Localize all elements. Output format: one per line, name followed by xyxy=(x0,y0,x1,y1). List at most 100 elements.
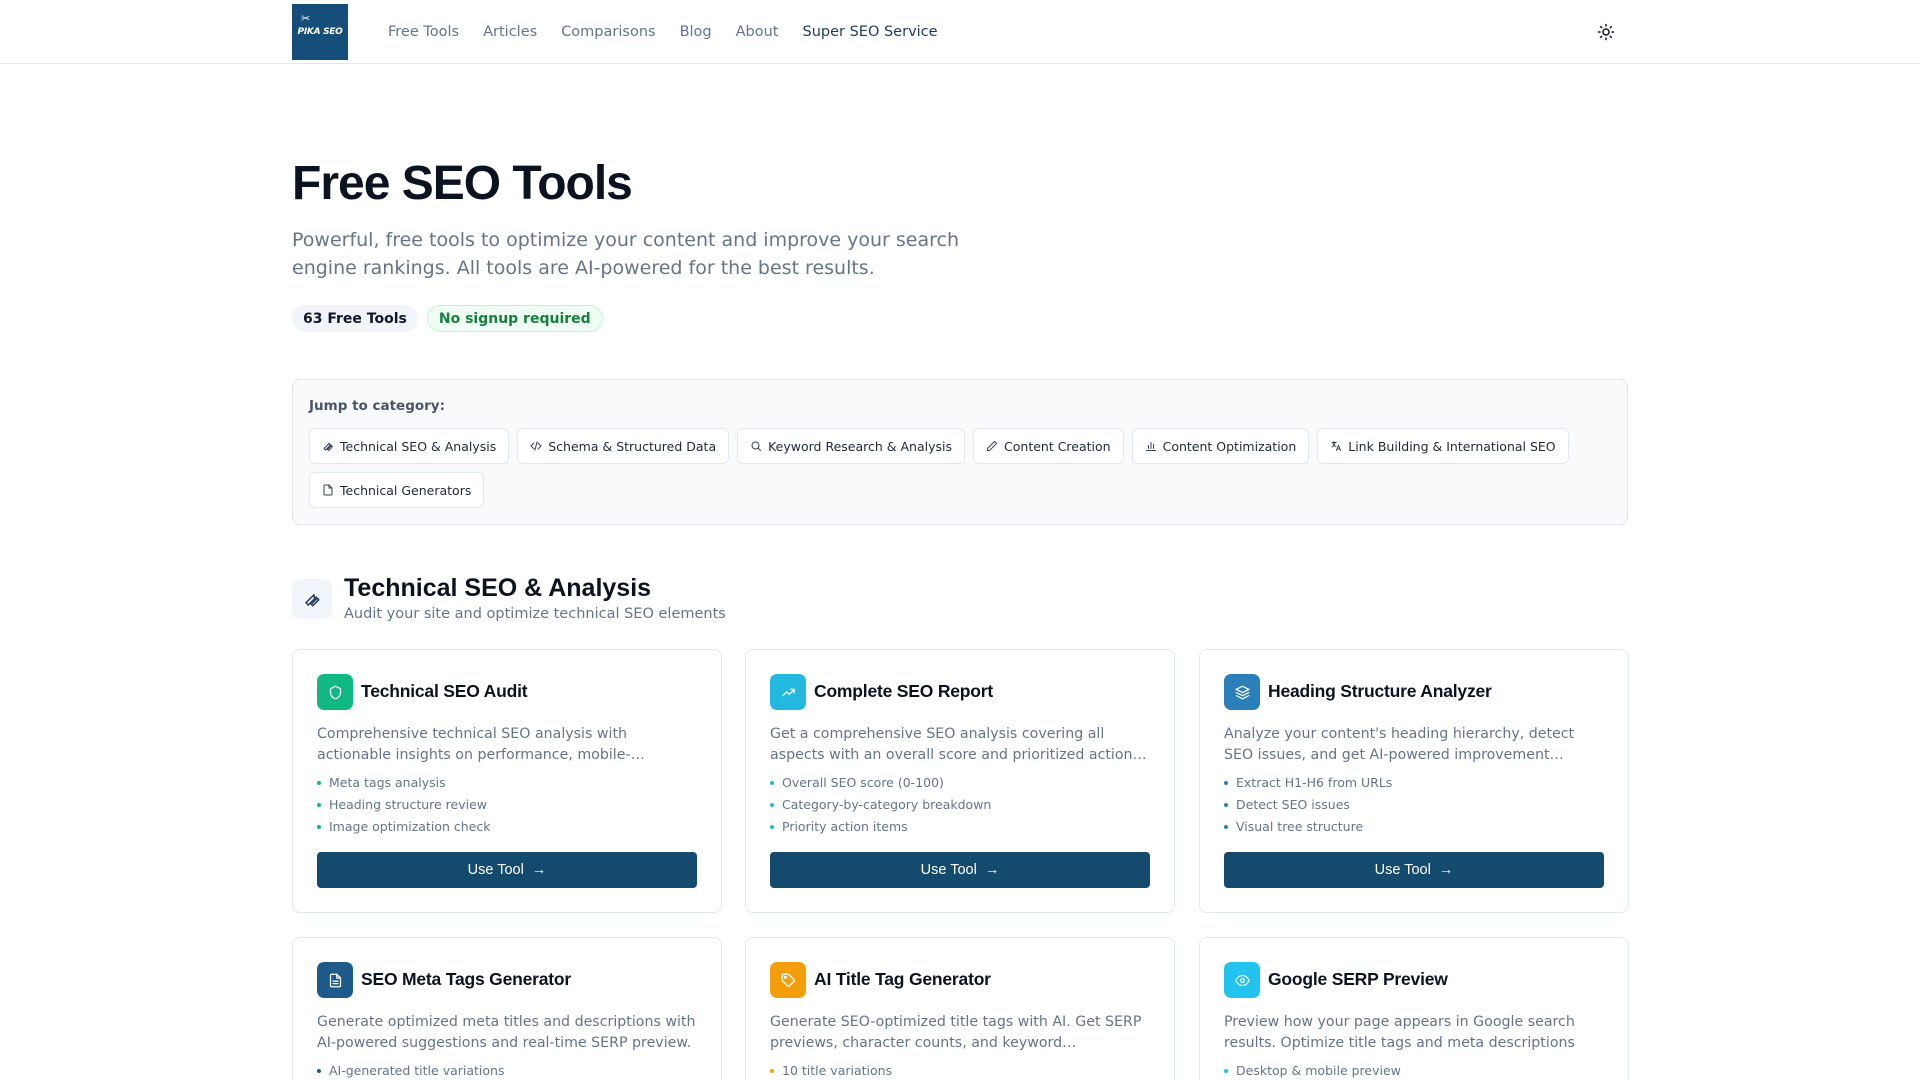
eye-icon xyxy=(1234,974,1250,986)
jump-label: Jump to category: xyxy=(309,398,446,414)
feature-item: Heading structure review xyxy=(317,794,490,816)
category-jump-box: Jump to category: Technical SEO & Analys… xyxy=(292,379,1628,525)
hero-badges: 63 Free Tools No signup required xyxy=(292,305,603,332)
tool-card-ai-title-tag-generator: AI Title Tag Generator Generate SEO-opti… xyxy=(745,937,1175,1080)
feature-item: 10 title variations xyxy=(770,1060,892,1080)
site-header: ✂ PIKA SEO Free Tools Articles Compariso… xyxy=(0,0,1920,64)
rabbit-icon: ✂ xyxy=(301,12,311,25)
feature-item: Category-by-category breakdown xyxy=(770,794,991,816)
theme-toggle-button[interactable] xyxy=(1594,20,1618,44)
card-description: Generate SEO-optimized title tags with A… xyxy=(770,1014,1142,1051)
feature-item: Visual tree structure xyxy=(1224,816,1392,838)
card-description: Generate optimized meta titles and descr… xyxy=(317,1014,696,1051)
card-title: AI Title Tag Generator xyxy=(814,969,991,989)
card-description: Comprehensive technical SEO analysis wit… xyxy=(317,726,645,763)
tool-card-technical-seo-audit: Technical SEO Audit Comprehensive techni… xyxy=(292,649,722,913)
chip-content-creation[interactable]: Content Creation xyxy=(973,428,1124,464)
use-tool-button[interactable]: Use Tool → xyxy=(317,852,697,888)
tool-count-badge: 63 Free Tools xyxy=(292,305,418,332)
site-logo[interactable]: ✂ PIKA SEO xyxy=(292,4,348,60)
card-features: Overall SEO score (0-100) Category-by-ca… xyxy=(770,772,991,838)
chip-label: Content Creation xyxy=(1004,438,1111,454)
chip-label: Technical SEO & Analysis xyxy=(340,438,497,454)
tag-icon xyxy=(781,973,795,987)
search-icon xyxy=(751,441,762,451)
card-title: Google SERP Preview xyxy=(1268,969,1448,989)
card-icon-box xyxy=(317,674,353,710)
nav-articles[interactable]: Articles xyxy=(483,24,537,40)
tool-card-complete-seo-report: Complete SEO Report Get a comprehensive … xyxy=(745,649,1175,913)
card-features: AI-generated title variations xyxy=(317,1060,504,1080)
tool-card-heading-structure-analyzer: Heading Structure Analyzer Analyze your … xyxy=(1199,649,1629,913)
feature-item: Desktop & mobile preview xyxy=(1224,1060,1401,1080)
chip-keyword-research[interactable]: Keyword Research & Analysis xyxy=(737,428,966,464)
card-icon-box xyxy=(770,674,806,710)
wrench-icon xyxy=(323,442,334,452)
tool-card-seo-meta-tags-generator: SEO Meta Tags Generator Generate optimiz… xyxy=(292,937,722,1080)
page-title: Free SEO Tools xyxy=(292,157,633,210)
chip-label: Keyword Research & Analysis xyxy=(768,438,953,454)
arrow-right-icon: → xyxy=(1438,862,1454,878)
document-icon xyxy=(329,973,341,987)
card-title: Heading Structure Analyzer xyxy=(1268,681,1492,701)
chip-label: Content Optimization xyxy=(1162,438,1297,454)
code-icon xyxy=(530,441,542,451)
tool-card-google-serp-preview: Google SERP Preview Preview how your pag… xyxy=(1199,937,1629,1080)
card-features: Extract H1-H6 from URLs Detect SEO issue… xyxy=(1224,772,1392,838)
card-features: Desktop & mobile preview xyxy=(1224,1060,1401,1080)
feature-item: Extract H1-H6 from URLs xyxy=(1224,772,1392,794)
trending-up-icon xyxy=(781,688,795,696)
card-features: 10 title variations xyxy=(770,1060,892,1080)
no-signup-badge: No signup required xyxy=(426,305,603,332)
card-description: Analyze your content's heading hierarchy… xyxy=(1224,726,1575,763)
nav-about[interactable]: About xyxy=(736,24,779,40)
card-title: Technical SEO Audit xyxy=(361,681,528,701)
category-chips: Technical SEO & Analysis Schema & Struct… xyxy=(309,428,1609,508)
nav-free-tools[interactable]: Free Tools xyxy=(388,24,459,40)
bar-chart-icon xyxy=(1145,442,1156,451)
chip-label: Link Building & International SEO xyxy=(1348,438,1556,454)
use-tool-button[interactable]: Use Tool → xyxy=(770,852,1150,888)
card-icon-box xyxy=(317,962,353,998)
card-icon-box xyxy=(1224,962,1260,998)
shield-icon xyxy=(329,685,341,699)
card-title: SEO Meta Tags Generator xyxy=(361,969,571,989)
nav-super-seo-service[interactable]: Super SEO Service xyxy=(803,24,938,40)
page-subtitle: Powerful, free tools to optimize your co… xyxy=(292,229,960,279)
sun-icon xyxy=(1597,23,1615,41)
wrench-icon xyxy=(304,593,320,607)
card-icon-box xyxy=(1224,674,1260,710)
section-title: Technical SEO & Analysis xyxy=(344,574,652,602)
card-description: Preview how your page appears in Google … xyxy=(1224,1014,1575,1051)
languages-icon xyxy=(1331,441,1342,451)
layers-icon xyxy=(1234,685,1250,699)
use-tool-button[interactable]: Use Tool → xyxy=(1224,852,1604,888)
card-title: Complete SEO Report xyxy=(814,681,994,701)
file-icon xyxy=(323,484,333,496)
chip-label: Technical Generators xyxy=(340,482,472,498)
nav-comparisons[interactable]: Comparisons xyxy=(561,24,655,40)
nav-blog[interactable]: Blog xyxy=(680,24,712,40)
card-description: Get a comprehensive SEO analysis coverin… xyxy=(770,726,1147,763)
feature-item: Overall SEO score (0-100) xyxy=(770,772,991,794)
arrow-right-icon: → xyxy=(984,862,1000,878)
feature-item: Image optimization check xyxy=(317,816,490,838)
section-icon-box xyxy=(292,579,332,619)
feature-item: Detect SEO issues xyxy=(1224,794,1392,816)
chip-technical-seo[interactable]: Technical SEO & Analysis xyxy=(309,428,510,464)
feature-item: Meta tags analysis xyxy=(317,772,490,794)
pencil-icon xyxy=(987,440,998,451)
chip-label: Schema & Structured Data xyxy=(548,438,717,454)
chip-technical-generators[interactable]: Technical Generators xyxy=(309,472,485,508)
logo-text: PIKA SEO xyxy=(297,27,343,37)
chip-schema[interactable]: Schema & Structured Data xyxy=(517,428,730,464)
card-icon-box xyxy=(770,962,806,998)
arrow-right-icon: → xyxy=(531,862,547,878)
feature-item: Priority action items xyxy=(770,816,991,838)
section-subtitle: Audit your site and optimize technical S… xyxy=(344,606,726,622)
chip-link-building[interactable]: Link Building & International SEO xyxy=(1317,428,1569,464)
main-nav: Free Tools Articles Comparisons Blog Abo… xyxy=(388,0,938,64)
feature-item: AI-generated title variations xyxy=(317,1060,504,1080)
card-features: Meta tags analysis Heading structure rev… xyxy=(317,772,490,838)
chip-content-optimization[interactable]: Content Optimization xyxy=(1131,428,1310,464)
